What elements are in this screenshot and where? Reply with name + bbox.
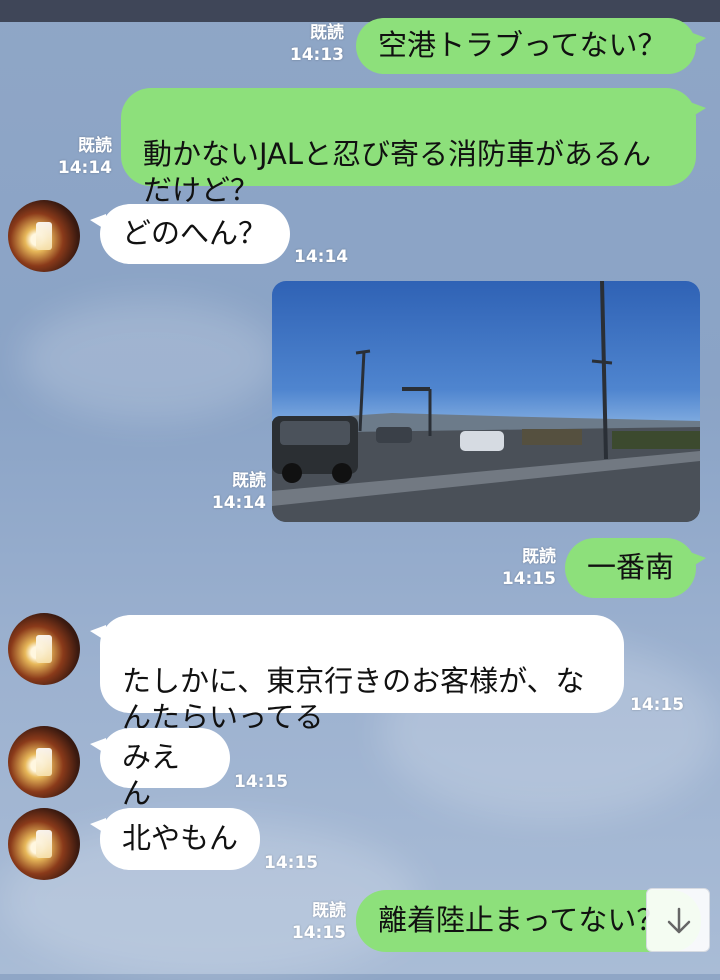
read-receipt: 既読	[522, 547, 556, 567]
message-time: 14:14	[57, 158, 112, 178]
read-receipt: 既読	[312, 901, 346, 921]
message-text: 離着陸止まってない？	[378, 903, 666, 937]
message-text: みえん	[122, 740, 181, 810]
message-meta: 既読 14:14	[210, 470, 266, 514]
message-meta: 既読 14:15	[500, 546, 556, 590]
read-receipt: 既読	[232, 471, 266, 491]
message-bubble-incoming[interactable]: 北やもん	[90, 808, 260, 870]
message-text: 一番南	[587, 550, 675, 584]
airport-road-photo	[272, 281, 700, 522]
message-time: 14:13	[289, 45, 344, 65]
arrow-down-icon	[667, 907, 691, 934]
message-time: 14:15	[234, 772, 289, 792]
message-time: 14:15	[501, 569, 556, 589]
message-text: 動かないJALと忍び寄る消防車があるん だけど？	[143, 137, 652, 207]
message-bubble-outgoing[interactable]: 空港トラブってない？	[356, 18, 706, 74]
message-time: 14:15	[264, 853, 319, 873]
read-receipt: 既読	[78, 136, 112, 156]
contact-avatar[interactable]	[8, 726, 80, 798]
message-bubble-outgoing[interactable]: 動かないJALと忍び寄る消防車があるん だけど？	[121, 88, 706, 207]
message-meta: 既読 14:15	[290, 900, 346, 944]
message-time: 14:15	[630, 695, 685, 715]
contact-avatar[interactable]	[8, 808, 80, 880]
message-time: 14:14	[211, 493, 266, 513]
message-time: 14:14	[294, 247, 349, 267]
scroll-to-bottom-button[interactable]	[646, 888, 710, 952]
message-bubble-incoming[interactable]: たしかに、東京行きのお客様が、な んたらいってる	[90, 615, 624, 734]
message-meta: 既読 14:13	[288, 22, 344, 66]
message-bubble-outgoing[interactable]: 一番南	[565, 538, 706, 598]
message-time: 14:15	[291, 923, 346, 943]
message-bubble-incoming[interactable]: みえん	[90, 728, 230, 810]
message-bubble-incoming[interactable]: どのへん？	[90, 204, 290, 264]
message-text: 空港トラブってない？	[378, 28, 667, 62]
message-text: どのへん？	[122, 216, 268, 250]
background-cloud	[20, 300, 280, 420]
message-meta: 既読 14:14	[56, 135, 112, 179]
message-text: 北やもん	[122, 821, 239, 855]
contact-avatar[interactable]	[8, 200, 80, 272]
photo-message[interactable]	[272, 281, 700, 522]
contact-avatar[interactable]	[8, 613, 80, 685]
read-receipt: 既読	[310, 23, 344, 43]
